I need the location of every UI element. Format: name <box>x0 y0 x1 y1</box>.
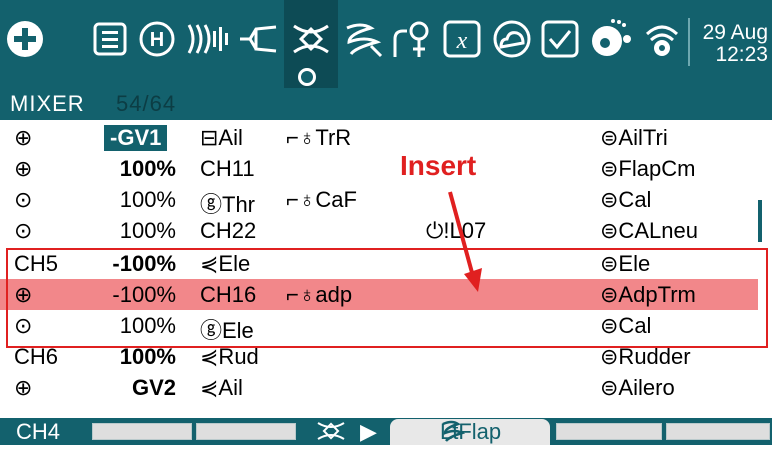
row-input: CH11 <box>200 156 255 181</box>
mixer-row[interactable]: ⊕ GV2 ⋞Ail ⊜Ailero <box>0 372 758 403</box>
list-icon[interactable] <box>90 14 130 64</box>
scribble-icon[interactable] <box>340 14 384 64</box>
bottom-bar: CH4 ▶ LtFlap <box>0 418 772 445</box>
output-bar-2 <box>196 423 296 440</box>
toolbar-divider <box>688 18 690 66</box>
mixer-row[interactable]: ⊙ 100% CH22 ⏻!L07 ⊜CALneu <box>0 215 758 246</box>
row-source: ⊕ <box>14 125 33 150</box>
row-weight: -GV1 <box>104 125 168 151</box>
plus-circle-icon[interactable] <box>2 14 48 64</box>
active-tab-indicator <box>298 68 316 86</box>
x-box-icon[interactable]: x <box>440 14 484 64</box>
clock: 29 Aug 12:23 <box>694 22 768 66</box>
cloud-icon[interactable] <box>490 14 534 64</box>
arrow-right-icon: ▶ <box>360 419 377 444</box>
row-name: ⊜FlapCm <box>600 156 696 181</box>
wifi-icon[interactable] <box>640 14 684 64</box>
annotation-label: Insert <box>400 150 477 181</box>
mixer-icon[interactable] <box>288 14 334 64</box>
curve-icon[interactable] <box>234 14 282 64</box>
row-source: ⊕ <box>14 375 33 400</box>
row-weight: 100% <box>119 187 176 212</box>
row-switch: ⌐♁TrR <box>286 125 352 150</box>
row-source: ⊙ <box>14 218 33 243</box>
next-channel-label: LtFlap <box>440 419 502 444</box>
row-weight: GV2 <box>131 375 176 400</box>
output-bar-1 <box>92 423 192 440</box>
next-channel-tab[interactable]: LtFlap <box>390 419 550 445</box>
dots-ball-icon[interactable] <box>586 14 636 64</box>
check-box-icon[interactable] <box>538 14 582 64</box>
signal-waves-icon[interactable] <box>184 14 230 64</box>
output-bar-4 <box>666 423 770 440</box>
mixer-row[interactable]: ⊕ -GV1 ⊟Ail ⌐♁TrR ⊜AilTri <box>0 122 758 153</box>
top-toolbar: H x 29 Aug 12:23 <box>0 0 772 88</box>
row-input: ⊟Ail <box>200 125 243 150</box>
svg-text:x: x <box>456 28 468 54</box>
input-switch-icon[interactable] <box>390 14 434 64</box>
mixer-row[interactable]: ⊕ 100% CH11 ⊜FlapCm <box>0 153 758 184</box>
current-channel: CH4 <box>16 419 61 444</box>
mixer-header: MIXER 54/64 <box>0 88 772 120</box>
row-name: ⊜Ailero <box>600 375 675 400</box>
page-title: MIXER <box>10 91 85 116</box>
row-source: ⊕ <box>14 156 33 181</box>
mixer-count: 54/64 <box>116 91 177 116</box>
output-bar-3 <box>556 423 662 440</box>
time-label: 12:23 <box>715 43 768 66</box>
scrollbar[interactable] <box>758 200 762 242</box>
row-weight: 100% <box>119 218 176 243</box>
annotation-box <box>6 248 768 348</box>
row-input: CH22 <box>200 218 257 243</box>
row-weight: 100% <box>119 156 176 181</box>
row-input: ⋞Ail <box>200 375 243 400</box>
row-name: ⊜AilTri <box>600 125 668 150</box>
row-source: ⊙ <box>14 187 33 212</box>
mixer-row[interactable]: ⊙ 100% ⓖThr ⌐♁CaF ⊜Cal <box>0 184 758 217</box>
row-name: ⊜CALneu <box>600 218 698 243</box>
date-label: 29 Aug <box>702 21 768 44</box>
heli-icon[interactable]: H <box>136 14 178 64</box>
svg-text:H: H <box>150 29 164 51</box>
row-switch: ⌐♁CaF <box>286 187 357 212</box>
row-name: ⊜Cal <box>600 187 652 212</box>
